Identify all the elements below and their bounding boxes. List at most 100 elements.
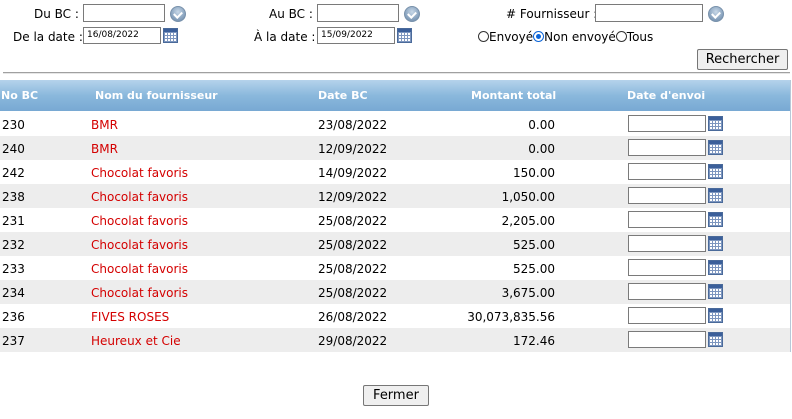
fournisseur-input[interactable] xyxy=(595,4,703,22)
date-envoi-calendar-icon[interactable] xyxy=(708,236,723,251)
envoi-status-radio-group: Envoyé Non envoyé Tous xyxy=(478,30,653,44)
date-envoi-input[interactable] xyxy=(628,259,706,276)
cell-montant: 150.00 xyxy=(513,166,555,180)
cell-supplier-link[interactable]: Chocolat favoris xyxy=(91,190,188,204)
cell-date-bc: 29/08/2022 xyxy=(318,334,388,348)
au-bc-label: Au BC : xyxy=(269,7,313,21)
radio-envoye[interactable]: Envoyé xyxy=(478,30,533,44)
table-row[interactable]: 230 BMR 23/08/2022 0.00 xyxy=(0,112,790,136)
radio-tous[interactable]: Tous xyxy=(615,30,654,44)
radio-envoye-circle[interactable] xyxy=(478,31,489,42)
cell-no-bc: 242 xyxy=(2,166,25,180)
cell-supplier-link[interactable]: Chocolat favoris xyxy=(91,214,188,228)
cell-no-bc: 232 xyxy=(2,238,25,252)
filter-separator xyxy=(3,72,790,74)
cell-date-bc: 25/08/2022 xyxy=(318,286,388,300)
du-bc-label: Du BC : xyxy=(34,7,79,21)
table-row[interactable]: 238 Chocolat favoris 12/09/2022 1,050.00 xyxy=(0,184,790,208)
cell-date-bc: 26/08/2022 xyxy=(318,310,388,324)
date-envoi-calendar-icon[interactable] xyxy=(708,140,723,155)
cell-supplier-link[interactable]: Chocolat favoris xyxy=(91,238,188,252)
date-envoi-calendar-icon[interactable] xyxy=(708,212,723,227)
cell-no-bc: 230 xyxy=(2,118,25,132)
date-envoi-input[interactable] xyxy=(628,115,706,132)
date-envoi-input[interactable] xyxy=(628,139,706,156)
radio-non-envoye-circle[interactable] xyxy=(533,31,545,42)
cell-no-bc: 236 xyxy=(2,310,25,324)
cell-supplier-link[interactable]: Chocolat favoris xyxy=(91,262,188,276)
table-row[interactable]: 242 Chocolat favoris 14/09/2022 150.00 xyxy=(0,160,790,184)
radio-tous-label[interactable]: Tous xyxy=(627,30,654,44)
header-no-bc[interactable]: No BC xyxy=(1,89,38,102)
du-bc-lookup-icon[interactable] xyxy=(170,6,186,22)
cell-date-bc: 14/09/2022 xyxy=(318,166,388,180)
radio-envoye-label[interactable]: Envoyé xyxy=(489,30,533,44)
cell-montant: 30,073,835.56 xyxy=(467,310,555,324)
date-envoi-input[interactable] xyxy=(628,283,706,300)
cell-montant: 2,205.00 xyxy=(501,214,555,228)
date-envoi-calendar-icon[interactable] xyxy=(708,332,723,347)
table-row[interactable]: 233 Chocolat favoris 25/08/2022 525.00 xyxy=(0,256,790,280)
radio-tous-circle[interactable] xyxy=(615,31,627,42)
date-envoi-calendar-icon[interactable] xyxy=(708,164,723,179)
cell-supplier-link[interactable]: Heureux et Cie xyxy=(91,334,181,348)
du-bc-input[interactable] xyxy=(83,4,165,22)
header-montant-total[interactable]: Montant total xyxy=(471,89,556,102)
date-envoi-input[interactable] xyxy=(628,331,706,348)
cell-date-bc: 25/08/2022 xyxy=(318,262,388,276)
a-la-date-input[interactable]: 15/09/2022 xyxy=(317,27,395,44)
cell-supplier-link[interactable]: BMR xyxy=(91,118,118,132)
cell-montant: 525.00 xyxy=(513,238,555,252)
cell-no-bc: 234 xyxy=(2,286,25,300)
cell-montant: 1,050.00 xyxy=(501,190,555,204)
cell-supplier-link[interactable]: Chocolat favoris xyxy=(91,166,188,180)
date-envoi-input[interactable] xyxy=(628,187,706,204)
cell-supplier-link[interactable]: BMR xyxy=(91,142,118,156)
header-date-envoi[interactable]: Date d'envoi xyxy=(627,89,705,102)
cell-supplier-link[interactable]: FIVES ROSES xyxy=(91,310,169,324)
table-row[interactable]: 234 Chocolat favoris 25/08/2022 3,675.00 xyxy=(0,280,790,304)
header-nom-fournisseur[interactable]: Nom du fournisseur xyxy=(95,89,218,102)
cell-montant: 0.00 xyxy=(528,118,555,132)
radio-non-envoye[interactable]: Non envoyé xyxy=(533,30,616,44)
cell-montant: 3,675.00 xyxy=(501,286,555,300)
cell-date-bc: 12/09/2022 xyxy=(318,190,388,204)
fermer-button[interactable]: Fermer xyxy=(363,385,429,406)
cell-date-bc: 25/08/2022 xyxy=(318,214,388,228)
cell-date-bc: 25/08/2022 xyxy=(318,238,388,252)
radio-non-envoye-label[interactable]: Non envoyé xyxy=(544,30,616,44)
de-la-date-calendar-icon[interactable] xyxy=(163,28,178,43)
de-la-date-input[interactable]: 16/08/2022 xyxy=(83,27,161,44)
date-envoi-input[interactable] xyxy=(628,211,706,228)
table-row[interactable]: 232 Chocolat favoris 25/08/2022 525.00 xyxy=(0,232,790,256)
date-envoi-input[interactable] xyxy=(628,235,706,252)
date-envoi-calendar-icon[interactable] xyxy=(708,116,723,131)
cell-date-bc: 12/09/2022 xyxy=(318,142,388,156)
fournisseur-lookup-icon[interactable] xyxy=(708,6,724,22)
date-envoi-calendar-icon[interactable] xyxy=(708,284,723,299)
cell-montant: 525.00 xyxy=(513,262,555,276)
cell-no-bc: 240 xyxy=(2,142,25,156)
de-la-date-label: De la date : xyxy=(13,30,83,44)
header-date-bc[interactable]: Date BC xyxy=(318,89,368,102)
a-la-date-calendar-icon[interactable] xyxy=(397,28,412,43)
date-envoi-input[interactable] xyxy=(628,307,706,324)
fournisseur-label: # Fournisseur : xyxy=(506,7,598,21)
table-row[interactable]: 236 FIVES ROSES 26/08/2022 30,073,835.56 xyxy=(0,304,790,328)
table-row[interactable]: 231 Chocolat favoris 25/08/2022 2,205.00 xyxy=(0,208,790,232)
cell-montant: 172.46 xyxy=(513,334,555,348)
results-grid: No BC Nom du fournisseur Date BC Montant… xyxy=(0,80,791,352)
table-row[interactable]: 240 BMR 12/09/2022 0.00 xyxy=(0,136,790,160)
date-envoi-input[interactable] xyxy=(628,163,706,180)
date-envoi-calendar-icon[interactable] xyxy=(708,308,723,323)
cell-supplier-link[interactable]: Chocolat favoris xyxy=(91,286,188,300)
cell-no-bc: 237 xyxy=(2,334,25,348)
au-bc-input[interactable] xyxy=(317,4,399,22)
date-envoi-calendar-icon[interactable] xyxy=(708,188,723,203)
table-row[interactable]: 237 Heureux et Cie 29/08/2022 172.46 xyxy=(0,328,790,352)
rechercher-button[interactable]: Rechercher xyxy=(697,49,788,70)
date-envoi-calendar-icon[interactable] xyxy=(708,260,723,275)
cell-date-bc: 23/08/2022 xyxy=(318,118,388,132)
grid-header: No BC Nom du fournisseur Date BC Montant… xyxy=(0,80,790,111)
au-bc-lookup-icon[interactable] xyxy=(404,6,420,22)
